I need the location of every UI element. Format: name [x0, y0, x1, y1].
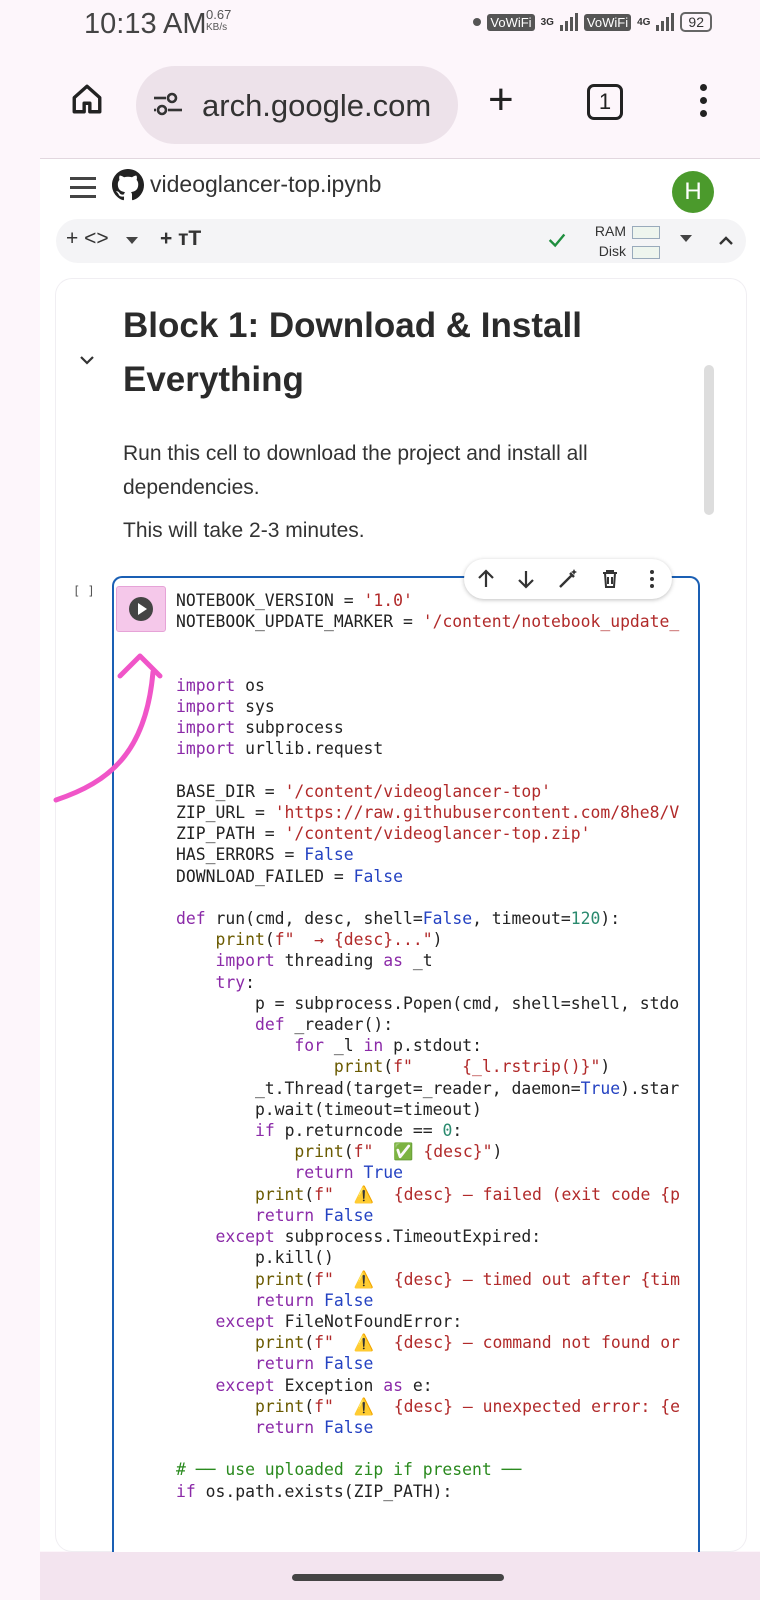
code-line: import threading as _t: [215, 951, 433, 971]
code-line: DOWNLOAD_FAILED = False: [176, 866, 403, 886]
code-line: print(f" ⚠️ {desc} — unexpected error: {…: [254, 1396, 680, 1416]
avatar[interactable]: H: [672, 171, 714, 213]
code-line: print(f" ⚠️ {desc} — failed (exit code {…: [254, 1184, 680, 1204]
status-time: 10:13 AM: [84, 8, 207, 40]
vowifi-badge-2: VoWiFi: [583, 13, 632, 31]
scrollbar[interactable]: [704, 365, 714, 515]
tab-switcher-button[interactable]: 1: [587, 84, 623, 120]
text-paragraph-2: This will take 2-3 minutes.: [123, 519, 365, 542]
code-line: except subprocess.TimeoutExpired:: [215, 1227, 542, 1247]
code-editor[interactable]: NOTEBOOK_VERSION = '1.0' NOTEBOOK_UPDATE…: [176, 590, 680, 1502]
home-icon[interactable]: [70, 82, 104, 116]
add-menu-dropdown[interactable]: [126, 229, 138, 244]
code-line: NOTEBOOK_VERSION = '1.0': [176, 591, 413, 610]
code-line: return False: [254, 1205, 374, 1225]
network-speed: 0.67 KB/s: [206, 8, 231, 34]
code-line: p.kill(): [176, 1248, 334, 1268]
code-line: p.wait(timeout=timeout): [176, 1099, 482, 1119]
code-line: import subprocess: [176, 718, 344, 738]
code-line: except FileNotFoundError:: [215, 1311, 463, 1331]
browser-toolbar: arch.google.com + 1: [40, 58, 760, 158]
add-code-button[interactable]: + <>: [66, 227, 109, 251]
code-line: return False: [254, 1354, 374, 1374]
network-speed-value: 0.67: [206, 7, 232, 22]
move-up-icon[interactable]: [474, 567, 498, 591]
notification-dot-icon: [473, 18, 482, 26]
code-line: NOTEBOOK_UPDATE_MARKER = '/content/noteb…: [176, 612, 680, 632]
github-icon: [112, 169, 144, 201]
runtime-dropdown-icon[interactable]: [680, 235, 692, 242]
site-settings-icon[interactable]: [152, 90, 184, 118]
disk-meter[interactable]: [632, 246, 660, 259]
section-heading: Block 1: Download & Install Everything: [123, 306, 582, 399]
code-line: def _reader():: [254, 1015, 394, 1035]
code-line: p = subprocess.Popen(cmd, shell=shell, s…: [176, 993, 680, 1013]
code-line: print(f" {_l.rstrip()}"): [333, 1057, 611, 1077]
magic-wand-icon[interactable]: [556, 567, 580, 591]
cells-container: Block 1: Download & Install Everything R…: [56, 279, 746, 1553]
home-gesture-handle[interactable]: [292, 1574, 504, 1581]
disk-label: Disk: [598, 243, 626, 259]
network-speed-unit: KB/s: [206, 22, 228, 33]
code-line: _t.Thread(target=_reader, daemon=True).s…: [176, 1078, 680, 1098]
code-line: print(f" ⚠️ {desc} — command not found o…: [254, 1333, 680, 1353]
gesture-bar: [40, 1552, 760, 1600]
code-line: BASE_DIR = '/content/videoglancer-top': [176, 781, 551, 801]
new-tab-button[interactable]: +: [488, 78, 514, 122]
resources-labels[interactable]: RAM Disk: [586, 221, 626, 261]
code-line: print(f" ✅ {desc}"): [294, 1142, 503, 1162]
network-type-2: 4G: [637, 16, 651, 28]
run-cell-button[interactable]: [116, 586, 166, 632]
play-icon: [129, 597, 153, 621]
code-line: for _l in p.stdout:: [294, 1036, 482, 1056]
code-line: print(f" ⚠️ {desc} — timed out after {ti…: [254, 1269, 680, 1289]
signal-icon-1: [559, 13, 578, 31]
code-line: return True: [294, 1163, 403, 1183]
battery-icon: 92: [680, 12, 712, 32]
collapse-section-icon[interactable]: [78, 353, 96, 367]
code-line: def run(cmd, desc, shell=False, timeout=…: [176, 909, 621, 929]
signal-icon-2: [656, 13, 675, 31]
cell-toolbar: [464, 559, 672, 599]
status-icons: VoWiFi 3G VoWiFi 4G 92: [473, 12, 712, 32]
code-line: import os: [176, 675, 265, 695]
code-line: if p.returncode == 0:: [254, 1121, 463, 1141]
cell-execution-count: [ ]: [73, 584, 95, 598]
more-options-icon[interactable]: [700, 84, 707, 123]
menu-icon[interactable]: [70, 177, 96, 204]
code-line: if os.path.exists(ZIP_PATH):: [176, 1481, 453, 1501]
code-line: import sys: [176, 697, 275, 717]
text-paragraph-1: Run this cell to download the project an…: [123, 442, 588, 499]
add-text-button[interactable]: + ᴛT: [160, 227, 201, 251]
code-line: ZIP_PATH = '/content/videoglancer-top.zi…: [176, 824, 591, 844]
code-line: ZIP_URL = 'https://raw.githubusercontent…: [176, 803, 680, 823]
status-bar: 10:13 AM 0.67 KB/s VoWiFi 3G VoWiFi 4G 9…: [0, 0, 760, 50]
url-text[interactable]: arch.google.com: [202, 88, 452, 124]
network-type-1: 3G: [540, 16, 554, 28]
code-line: import urllib.request: [176, 739, 384, 759]
code-cell[interactable]: NOTEBOOK_VERSION = '1.0' NOTEBOOK_UPDATE…: [112, 576, 700, 1553]
code-line: except Exception as e:: [215, 1375, 433, 1395]
notebook-page: videoglancer-top.ipynb H + <> + ᴛT RAM D…: [40, 159, 760, 1553]
code-line: # ── use uploaded zip if present ──: [176, 1460, 522, 1480]
move-down-icon[interactable]: [514, 567, 538, 591]
collapse-toolbar-icon[interactable]: [716, 231, 736, 251]
code-line: return False: [254, 1417, 374, 1437]
code-line: try:: [215, 972, 255, 992]
vowifi-badge-1: VoWiFi: [487, 13, 535, 31]
ram-label: RAM: [594, 223, 626, 239]
ram-meter[interactable]: [632, 226, 660, 239]
connected-check-icon: [548, 233, 566, 248]
notebook-title[interactable]: videoglancer-top.ipynb: [150, 171, 381, 198]
more-actions-icon[interactable]: [640, 567, 664, 591]
url-bar[interactable]: arch.google.com: [136, 66, 458, 144]
notebook-toolbar: + <> + ᴛT RAM Disk: [56, 219, 746, 263]
code-line: print(f" → {desc}..."): [215, 930, 443, 950]
code-line: return False: [254, 1290, 374, 1310]
delete-icon[interactable]: [598, 567, 622, 591]
code-line: HAS_ERRORS = False: [176, 845, 354, 865]
